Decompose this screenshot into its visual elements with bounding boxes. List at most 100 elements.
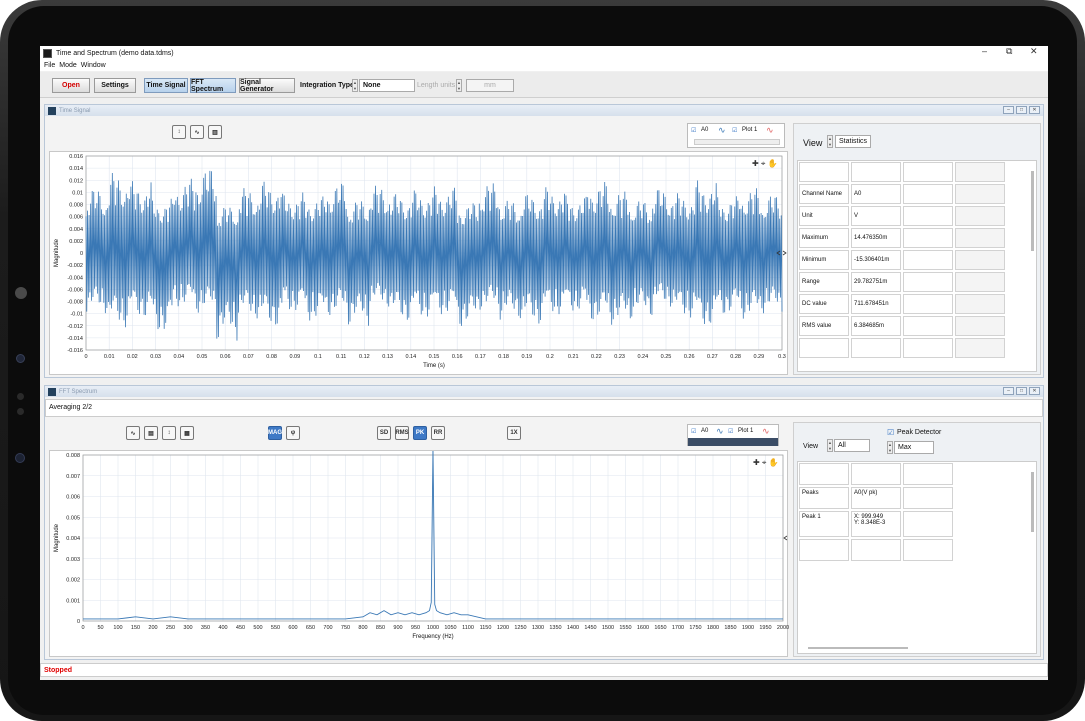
table-cell <box>955 206 1005 226</box>
rr-button[interactable]: RR <box>431 426 445 440</box>
view-select[interactable]: Statistics <box>835 135 871 148</box>
y-tick-label: -0.002 <box>67 263 83 269</box>
y-tick-label: -0.006 <box>67 287 83 293</box>
legend-plot-name: Plot 1 <box>742 127 758 133</box>
table-cell <box>799 338 849 358</box>
view-spinner[interactable]: ▲ ▼ <box>827 439 833 452</box>
sensor-dot-icon <box>17 408 24 415</box>
stat-name: Minimum <box>799 250 849 270</box>
table-cell <box>955 228 1005 248</box>
legend-scrollbar[interactable] <box>694 139 780 145</box>
length-units-field[interactable]: mm <box>466 79 514 92</box>
x-tick-label: 1900 <box>742 625 754 631</box>
open-button[interactable]: Open <box>52 78 90 93</box>
length-units-spinner[interactable]: ▲ ▼ <box>456 79 462 92</box>
table-icon[interactable]: ▤ <box>144 426 158 440</box>
x-tick-label: 50 <box>97 625 103 631</box>
integration-type-spinner[interactable]: ▲ ▼ <box>352 79 358 92</box>
table-cell <box>903 250 953 270</box>
waterfall-icon[interactable]: ▦ <box>180 426 194 440</box>
table-cell <box>799 463 849 485</box>
x-tick-label: 0.11 <box>336 354 346 360</box>
x-tick-label: 0.06 <box>220 354 231 360</box>
table-cell <box>799 539 849 561</box>
y-tick-label: 0 <box>77 619 80 625</box>
x-tick-label: 0.09 <box>289 354 300 360</box>
1x-button[interactable]: 1X <box>507 426 521 440</box>
panel-minimize-button[interactable]: – <box>1003 387 1014 395</box>
x-tick-label: 900 <box>393 625 402 631</box>
line-chart-icon[interactable]: ∿ <box>190 125 204 139</box>
panel-close-button[interactable]: ✕ <box>1029 106 1040 114</box>
x-tick-label: 0.14 <box>405 354 416 360</box>
fft-spectrum-chart[interactable]: 0 50 100 150 200 250 300 350 400 450 500 550 600 650 7… <box>50 447 789 658</box>
view-spinner[interactable]: ▲ ▼ <box>827 135 833 148</box>
bar-chart-icon[interactable]: ▥ <box>208 125 222 139</box>
panel-restore-button[interactable]: □ <box>1016 106 1027 114</box>
legend-plot-checkbox-icon[interactable]: ☑ <box>728 428 733 435</box>
fft-spectrum-button[interactable]: FFT Spectrum <box>190 78 236 93</box>
peak-mode-spinner[interactable]: ▲ ▼ <box>887 441 893 454</box>
table-hscrollbar[interactable] <box>808 647 908 649</box>
x-tick-label: 1850 <box>724 625 736 631</box>
x-tick-label: 1300 <box>532 625 544 631</box>
table-scrollbar[interactable] <box>1031 472 1034 532</box>
x-tick-label: 0.18 <box>498 354 509 360</box>
x-tick-label: 850 <box>376 625 385 631</box>
close-button[interactable]: ✕ <box>1030 46 1038 57</box>
peak-mode-select[interactable]: Max <box>894 441 934 454</box>
menu-window[interactable]: Window <box>81 62 106 69</box>
legend-plot-checkbox-icon[interactable]: ☑ <box>732 127 737 134</box>
panel-close-button[interactable]: ✕ <box>1029 387 1040 395</box>
fft-spectrum-titlebar: FFT Spectrum – □ ✕ <box>45 386 1043 397</box>
panel-restore-button[interactable]: □ <box>1016 387 1027 395</box>
table-cell <box>955 316 1005 336</box>
zoom-fit-icon[interactable]: ↕ <box>172 125 186 139</box>
time-signal-plot[interactable]: 0 0.01 0.02 0.03 0.04 0.05 0.06 0.07 0.08 0.09 0.1… <box>49 151 788 375</box>
legend-scrollbar[interactable] <box>688 438 778 446</box>
front-camera-icon <box>15 453 25 463</box>
zoom-fit-icon[interactable]: ↕ <box>162 426 176 440</box>
menu-mode[interactable]: Mode <box>59 62 77 69</box>
view-select[interactable]: All <box>834 439 870 452</box>
table-cell <box>955 272 1005 292</box>
legend-channel: A0 <box>701 127 709 133</box>
plot-legend: ☑ A0 ∿ ☑ Plot 1 ∿ <box>687 424 779 446</box>
time-signal-title: Time Signal <box>59 107 91 114</box>
x-tick-label: 1600 <box>637 625 649 631</box>
menu-bar: File Mode Window <box>40 60 1048 71</box>
y-tick-label: 0.002 <box>66 578 80 584</box>
peak1-name: Peak 1 <box>799 511 849 537</box>
x-tick-label: 1100 <box>462 625 474 631</box>
peak-detector-label: Peak Detector <box>897 429 942 436</box>
y-tick-label: -0.004 <box>67 275 83 281</box>
peak-detector-checkbox-icon[interactable]: ☑ <box>887 428 894 437</box>
y-tick-label: 0.005 <box>66 515 80 521</box>
settings-button[interactable]: Settings <box>94 78 136 93</box>
phase-icon[interactable]: φ <box>286 426 300 440</box>
table-cell <box>903 511 953 537</box>
pk-button[interactable]: PK <box>413 426 427 440</box>
legend-checkbox-icon[interactable]: ☑ <box>691 428 696 435</box>
line-chart-icon[interactable]: ∿ <box>126 426 140 440</box>
stat-value: 14.476350m <box>851 228 901 248</box>
time-signal-chart[interactable]: 0 0.01 0.02 0.03 0.04 0.05 0.06 0.07 0.08 0.09 0.1… <box>50 152 789 376</box>
signal-generator-button[interactable]: Signal Generator <box>239 78 295 93</box>
time-signal-button[interactable]: Time Signal <box>144 78 188 93</box>
x-tick-label: 0.1 <box>314 354 322 360</box>
integration-type-field[interactable]: None <box>359 79 415 92</box>
panel-minimize-button[interactable]: – <box>1003 106 1014 114</box>
fft-spectrum-plot[interactable]: 0 50 100 150 200 250 300 350 400 450 500 550 600 650 7… <box>49 447 789 658</box>
minimize-button[interactable]: – <box>982 46 987 56</box>
mag-button[interactable]: MAG <box>268 426 282 440</box>
y-tick-label: 0.006 <box>69 215 83 221</box>
rms-button[interactable]: RMS <box>395 426 409 440</box>
menu-file[interactable]: File <box>44 62 55 69</box>
sd-button[interactable]: SD <box>377 426 391 440</box>
stat-value: 711.678451n <box>851 294 901 314</box>
legend-checkbox-icon[interactable]: ☑ <box>691 127 696 134</box>
status-bar: Stopped <box>40 663 1048 677</box>
table-scrollbar[interactable] <box>1031 171 1034 251</box>
x-tick-label: 100 <box>113 625 122 631</box>
maximize-button[interactable]: ⧉ <box>1006 46 1012 57</box>
